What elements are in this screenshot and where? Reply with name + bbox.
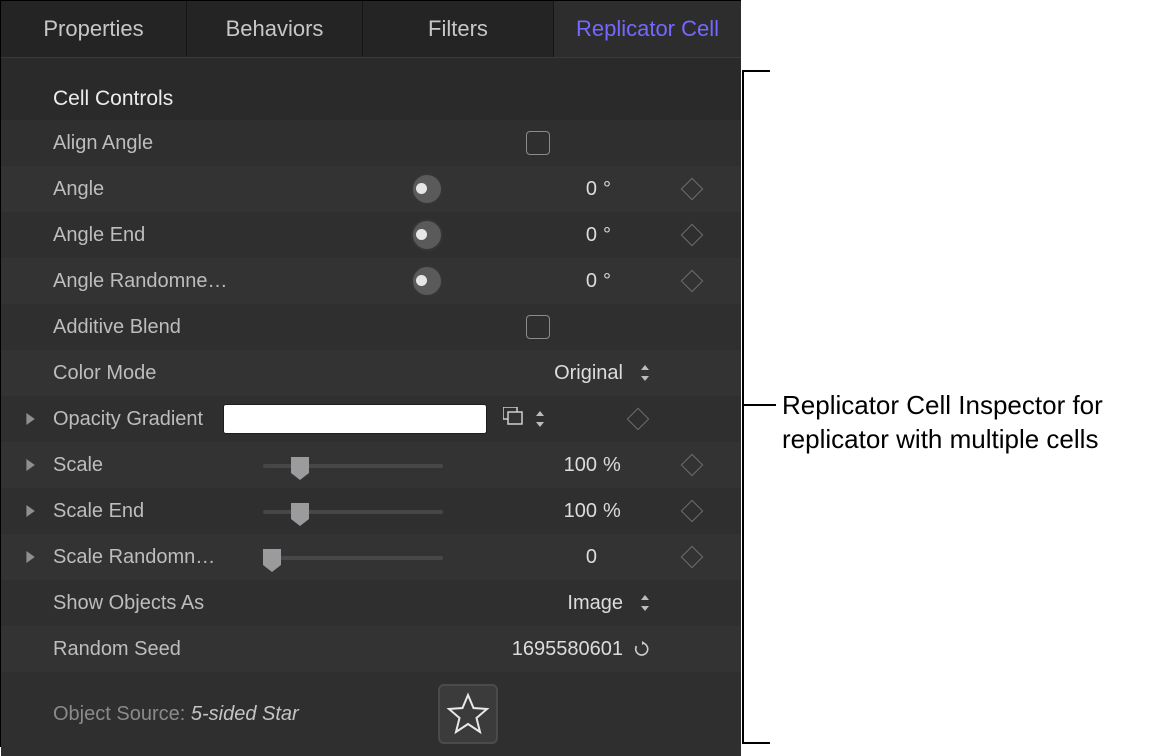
- label-scale-randomness: Scale Randomn…: [41, 546, 253, 569]
- sort-updown-icon[interactable]: [640, 365, 650, 381]
- keyframe-diamond-icon: [681, 454, 704, 477]
- row-angle-randomness: Angle Randomne… 0°: [1, 258, 741, 304]
- row-show-objects-as: Show Objects As Image: [1, 580, 741, 626]
- row-scale-randomness: Scale Randomn… 0: [1, 534, 741, 580]
- tab-filters[interactable]: Filters: [363, 1, 554, 57]
- value-scale-end[interactable]: 100: [539, 500, 597, 523]
- refresh-icon[interactable]: [634, 641, 650, 657]
- label-angle-randomness: Angle Randomne…: [41, 270, 253, 293]
- tab-behaviors[interactable]: Behaviors: [187, 1, 363, 57]
- keyframe-diamond-icon: [681, 224, 704, 247]
- callout-line: [742, 70, 770, 72]
- dial-angle-end[interactable]: [411, 219, 443, 251]
- value-angle-randomness[interactable]: 0: [539, 270, 597, 293]
- row-random-seed: Random Seed 1695580601: [1, 626, 741, 672]
- gradient-preset-icon[interactable]: [503, 407, 523, 431]
- value-angle[interactable]: 0: [539, 178, 597, 201]
- annotation-text: Replicator Cell Inspector for replicator…: [782, 388, 1132, 456]
- keyframe-diamond-icon: [681, 270, 704, 293]
- tab-replicator-cell[interactable]: Replicator Cell: [554, 1, 741, 57]
- row-angle: Angle 0 °: [1, 166, 741, 212]
- keyframe-diamond-icon: [681, 178, 704, 201]
- label-show-objects-as: Show Objects As: [41, 592, 253, 615]
- slider-scale-end[interactable]: [263, 499, 443, 523]
- dial-angle-randomness[interactable]: [411, 265, 443, 297]
- disclosure-scale-end[interactable]: [19, 500, 41, 522]
- keyframe-scale-randomness[interactable]: [661, 549, 723, 565]
- slider-thumb-icon[interactable]: [291, 503, 309, 519]
- keyframe-scale[interactable]: [661, 457, 723, 473]
- keyframe-diamond-icon: [681, 546, 704, 569]
- value-random-seed[interactable]: 1695580601: [512, 638, 623, 661]
- label-scale: Scale: [41, 454, 253, 477]
- inspector-panel: Properties Behaviors Filters Replicator …: [0, 0, 741, 747]
- label-align-angle: Align Angle: [41, 132, 253, 155]
- row-color-mode: Color Mode Original: [1, 350, 741, 396]
- row-scale: Scale 100%: [1, 442, 741, 488]
- callout-leader: [742, 404, 776, 406]
- value-angle-end[interactable]: 0: [539, 224, 597, 247]
- label-random-seed: Random Seed: [41, 638, 253, 661]
- unit-angle: °: [603, 178, 623, 201]
- label-additive-blend: Additive Blend: [41, 316, 253, 339]
- object-source-well[interactable]: [438, 684, 498, 744]
- tab-properties[interactable]: Properties: [1, 1, 187, 57]
- keyframe-angle[interactable]: [661, 181, 723, 197]
- disclosure-scale-randomness[interactable]: [19, 546, 41, 568]
- slider-scale-randomness[interactable]: [263, 545, 443, 569]
- value-scale-randomness[interactable]: 0: [539, 546, 597, 569]
- label-scale-end: Scale End: [41, 500, 253, 523]
- sort-updown-icon[interactable]: [535, 411, 545, 427]
- label-opacity-gradient: Opacity Gradient: [41, 408, 223, 431]
- keyframe-scale-end[interactable]: [661, 503, 723, 519]
- keyframe-angle-end[interactable]: [661, 227, 723, 243]
- disclosure-opacity-gradient[interactable]: [19, 408, 41, 430]
- row-angle-end: Angle End 0°: [1, 212, 741, 258]
- dial-angle[interactable]: [411, 173, 443, 205]
- row-object-source: Object Source: 5-sided Star: [1, 672, 741, 756]
- label-object-source: Object Source: 5-sided Star: [41, 703, 383, 726]
- gradient-well[interactable]: [223, 404, 487, 434]
- star-icon: [446, 692, 490, 736]
- value-color-mode[interactable]: Original: [554, 362, 623, 385]
- keyframe-angle-randomness[interactable]: [661, 273, 723, 289]
- section-title: Cell Controls: [1, 78, 741, 120]
- row-additive-blend: Additive Blend: [1, 304, 741, 350]
- slider-thumb-icon[interactable]: [263, 549, 281, 565]
- keyframe-opacity-gradient[interactable]: [553, 411, 723, 427]
- label-angle: Angle: [41, 178, 253, 201]
- row-align-angle: Align Angle: [1, 120, 741, 166]
- callout-line-bottom: [742, 742, 770, 744]
- checkbox-align-angle[interactable]: [526, 131, 550, 155]
- row-opacity-gradient: Opacity Gradient: [1, 396, 741, 442]
- slider-thumb-icon[interactable]: [291, 457, 309, 473]
- label-color-mode: Color Mode: [41, 362, 253, 385]
- row-scale-end: Scale End 100%: [1, 488, 741, 534]
- sort-updown-icon[interactable]: [640, 595, 650, 611]
- inspector-tabs: Properties Behaviors Filters Replicator …: [1, 1, 741, 58]
- keyframe-diamond-icon: [681, 500, 704, 523]
- object-source-prefix: Object Source:: [53, 703, 185, 725]
- object-source-name: 5-sided Star: [191, 703, 299, 725]
- label-angle-end: Angle End: [41, 224, 253, 247]
- disclosure-scale[interactable]: [19, 454, 41, 476]
- slider-scale[interactable]: [263, 453, 443, 477]
- value-show-objects-as[interactable]: Image: [567, 592, 623, 615]
- callout-bracket: [742, 70, 744, 744]
- value-scale[interactable]: 100: [539, 454, 597, 477]
- keyframe-diamond-icon: [627, 408, 650, 431]
- checkbox-additive-blend[interactable]: [526, 315, 550, 339]
